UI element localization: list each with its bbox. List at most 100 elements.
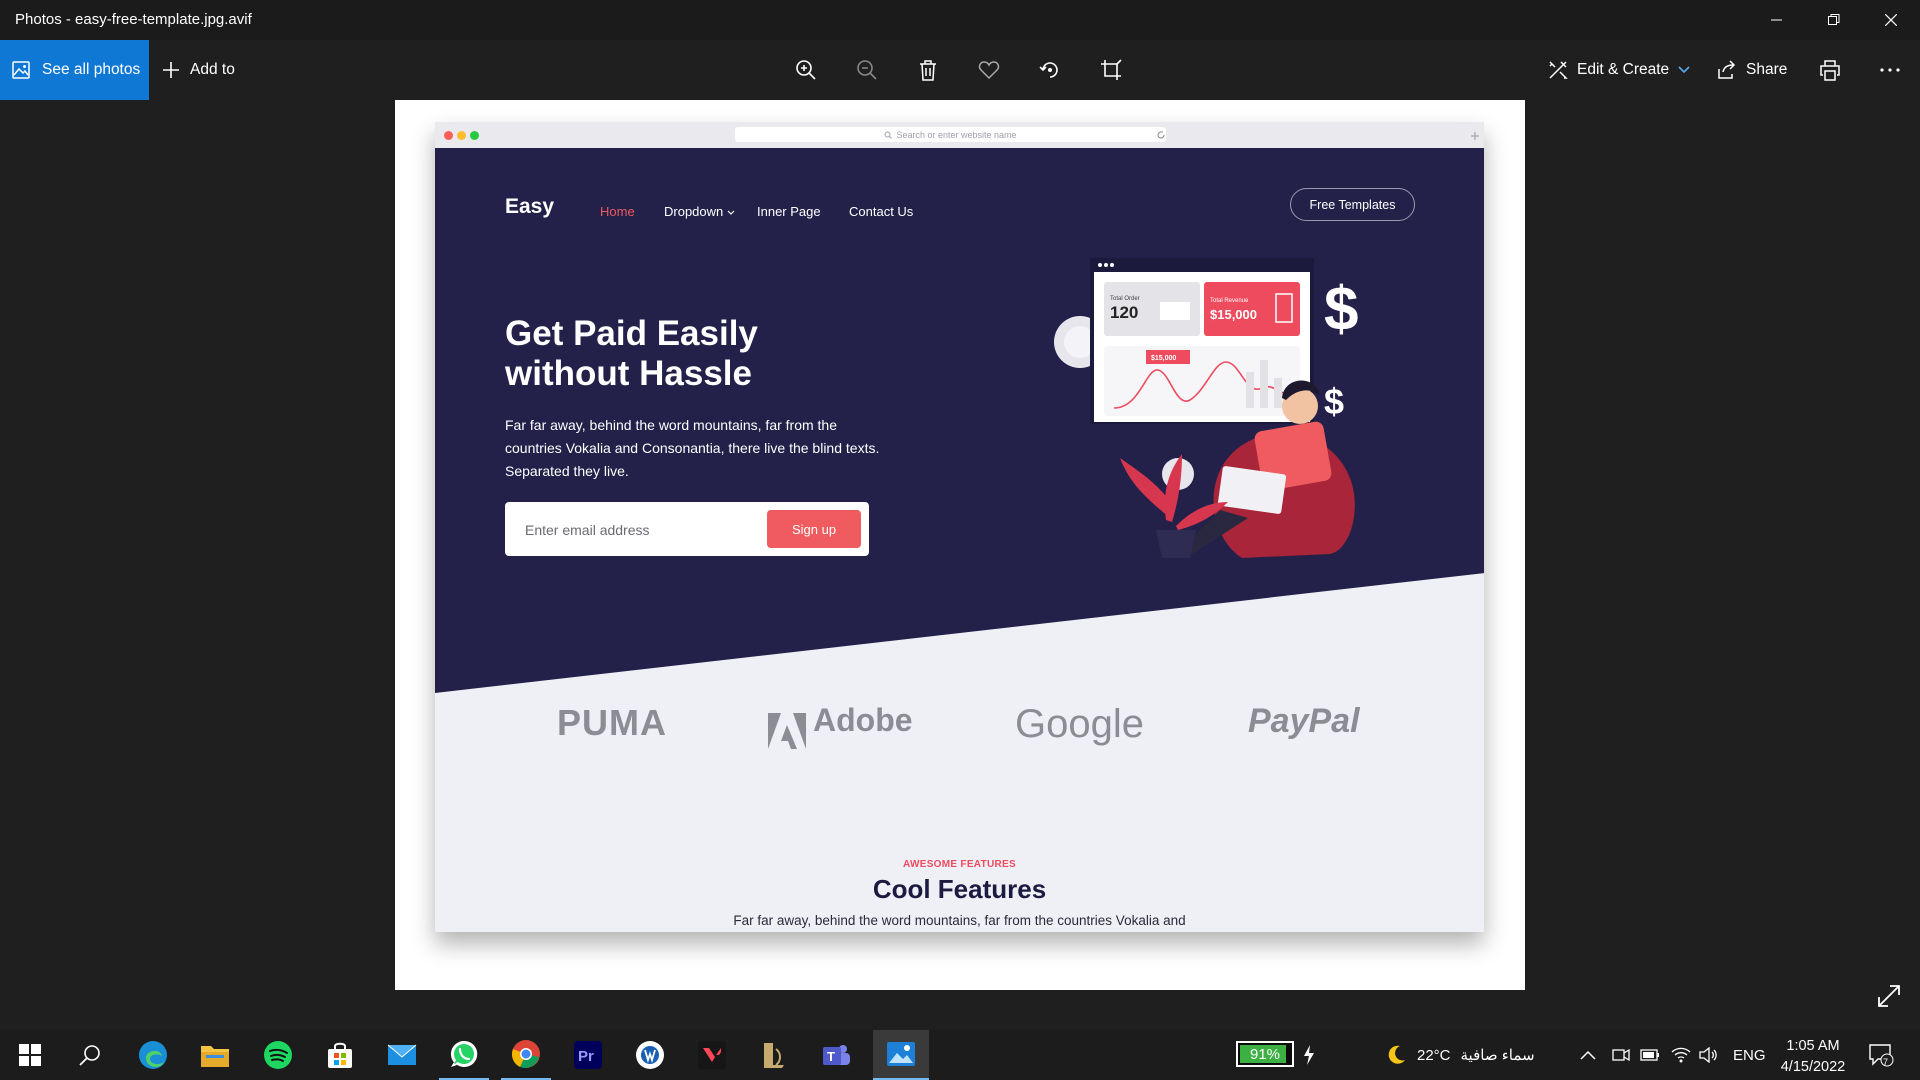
see-all-photos-label: See all photos xyxy=(42,61,141,78)
meet-now-button[interactable] xyxy=(1612,1030,1630,1080)
chart-tag: $15,000 xyxy=(1151,355,1176,362)
league-icon xyxy=(764,1043,784,1068)
speaker-icon xyxy=(1699,1047,1717,1063)
more-options-button[interactable] xyxy=(1874,54,1906,86)
website-screenshot: Search or enter website name Easy Home D… xyxy=(435,122,1484,932)
restore-button[interactable] xyxy=(1805,0,1862,40)
share-icon xyxy=(1718,60,1736,79)
premiere-icon: Pr xyxy=(574,1041,602,1069)
small-dollar-sign: $ xyxy=(1324,381,1344,422)
spotify-icon xyxy=(264,1041,292,1069)
notification-count: 7 xyxy=(1883,1057,1889,1067)
brand-adobe: Adobe xyxy=(813,702,913,738)
language-indicator[interactable]: ENG xyxy=(1733,1030,1766,1080)
brand-puma: PUMA xyxy=(557,702,667,743)
taskbar-app-circle[interactable] xyxy=(625,1030,675,1080)
windows-icon xyxy=(19,1044,41,1066)
battery-tray-button[interactable] xyxy=(1640,1030,1660,1080)
minimize-button[interactable] xyxy=(1748,0,1805,40)
start-button[interactable] xyxy=(5,1030,55,1080)
taskbar-chrome[interactable] xyxy=(501,1030,551,1080)
email-field xyxy=(523,518,757,542)
hero-headline-line1: Get Paid Easily xyxy=(505,314,758,353)
edit-create-label: Edit & Create xyxy=(1577,61,1670,78)
svg-text:Pr: Pr xyxy=(578,1048,594,1065)
hero-section: Easy Home Dropdown Inner Page Contact Us… xyxy=(435,148,1484,693)
brand-paypal: PayPal xyxy=(1248,702,1360,740)
weather-widget[interactable]: 22°C سماء صافية xyxy=(1385,1030,1535,1080)
clock[interactable]: 1:05 AM 4/15/2022 xyxy=(1768,1036,1858,1078)
chevron-down-icon xyxy=(1678,66,1690,74)
meet-icon xyxy=(1612,1048,1630,1062)
url-placeholder: Search or enter website name xyxy=(896,129,1017,140)
chevron-up-icon xyxy=(1580,1050,1596,1060)
zoom-in-icon xyxy=(796,60,816,80)
taskbar-whatsapp[interactable] xyxy=(439,1030,489,1080)
delete-button[interactable] xyxy=(912,54,944,86)
browser-url-bar: Search or enter website name xyxy=(735,127,1166,142)
rotate-icon xyxy=(1039,62,1058,78)
features-description: Far far away, behind the word mountains,… xyxy=(733,913,1186,928)
new-tab-icon xyxy=(1471,132,1479,140)
print-button[interactable] xyxy=(1814,54,1846,86)
window-title: Photos - easy-free-template.jpg.avif xyxy=(15,11,252,28)
favorite-button[interactable] xyxy=(973,54,1005,86)
add-to-label: Add to xyxy=(190,61,235,78)
taskbar: Pr T 91% 22°C سماء صافية ENG 1:05 AM 4/1… xyxy=(0,1030,1920,1080)
close-button[interactable] xyxy=(1862,0,1919,40)
features-kicker: AWESOME FEATURES xyxy=(903,859,1016,870)
search-button[interactable] xyxy=(65,1030,115,1080)
taskbar-valorant[interactable] xyxy=(687,1030,737,1080)
volume-button[interactable] xyxy=(1699,1030,1719,1080)
photo-canvas[interactable]: Search or enter website name Easy Home D… xyxy=(395,100,1525,990)
taskbar-store[interactable] xyxy=(315,1030,365,1080)
taskbar-edge[interactable] xyxy=(128,1030,178,1080)
taskbar-teams[interactable]: T xyxy=(811,1030,861,1080)
browser-chrome: Search or enter website name xyxy=(435,122,1484,149)
big-dollar-sign: $ xyxy=(1324,275,1358,344)
full-screen-button[interactable] xyxy=(1876,983,1906,1013)
brand-google: Google xyxy=(1015,702,1144,746)
taskbar-file-explorer[interactable] xyxy=(190,1030,240,1080)
hero-description: Far far away, behind the word mountains,… xyxy=(505,417,880,479)
show-hidden-icons-button[interactable] xyxy=(1580,1030,1596,1080)
printer-icon xyxy=(1820,60,1840,81)
battery-icon xyxy=(1640,1049,1659,1061)
clock-time: 1:05 AM xyxy=(1786,1038,1840,1054)
minimize-icon xyxy=(1770,19,1782,21)
notification-icon xyxy=(1869,1044,1894,1067)
taskbar-photos[interactable] xyxy=(873,1030,929,1080)
add-to-button[interactable]: Add to xyxy=(162,40,235,100)
weather-temp: 22°C xyxy=(1417,1046,1451,1064)
see-all-photos-button[interactable]: See all photos xyxy=(0,40,149,100)
zoom-out-icon xyxy=(857,60,877,80)
chrome-icon xyxy=(511,1040,540,1069)
zoom-in-button[interactable] xyxy=(790,54,822,86)
crop-button[interactable] xyxy=(1095,54,1127,86)
battery-indicator[interactable]: 91% xyxy=(1236,1041,1294,1067)
rotate-button[interactable] xyxy=(1034,54,1066,86)
taskbar-league[interactable] xyxy=(749,1030,799,1080)
taskbar-mail[interactable] xyxy=(377,1030,427,1080)
hero-headline-line2: without Hassle xyxy=(505,354,752,393)
clock-date: 4/15/2022 xyxy=(1780,1059,1846,1075)
photos-toolbar: See all photos Add to Edit & Create Shar… xyxy=(0,40,1920,100)
notifications-button[interactable]: 7 xyxy=(1868,1030,1894,1080)
store-icon xyxy=(328,1042,352,1068)
share-button[interactable]: Share xyxy=(1717,40,1787,100)
svg-text:T: T xyxy=(827,1049,835,1064)
more-icon xyxy=(1880,68,1900,72)
taskbar-premiere[interactable]: Pr xyxy=(563,1030,613,1080)
trash-icon xyxy=(920,60,936,81)
taskbar-spotify[interactable] xyxy=(253,1030,303,1080)
free-templates-button: Free Templates xyxy=(1290,188,1415,221)
hero-illustration: Total Order 120 Total Revenue $15,000 $1… xyxy=(1054,258,1358,558)
restore-icon xyxy=(1827,14,1839,25)
zoom-out-button[interactable] xyxy=(851,54,883,86)
photos-app-icon xyxy=(887,1042,915,1066)
edit-create-button[interactable]: Edit & Create xyxy=(1548,40,1690,100)
expand-icon xyxy=(1878,985,1900,1007)
reload-icon xyxy=(1157,131,1165,139)
network-button[interactable] xyxy=(1671,1030,1691,1080)
teams-icon: T xyxy=(823,1045,850,1065)
